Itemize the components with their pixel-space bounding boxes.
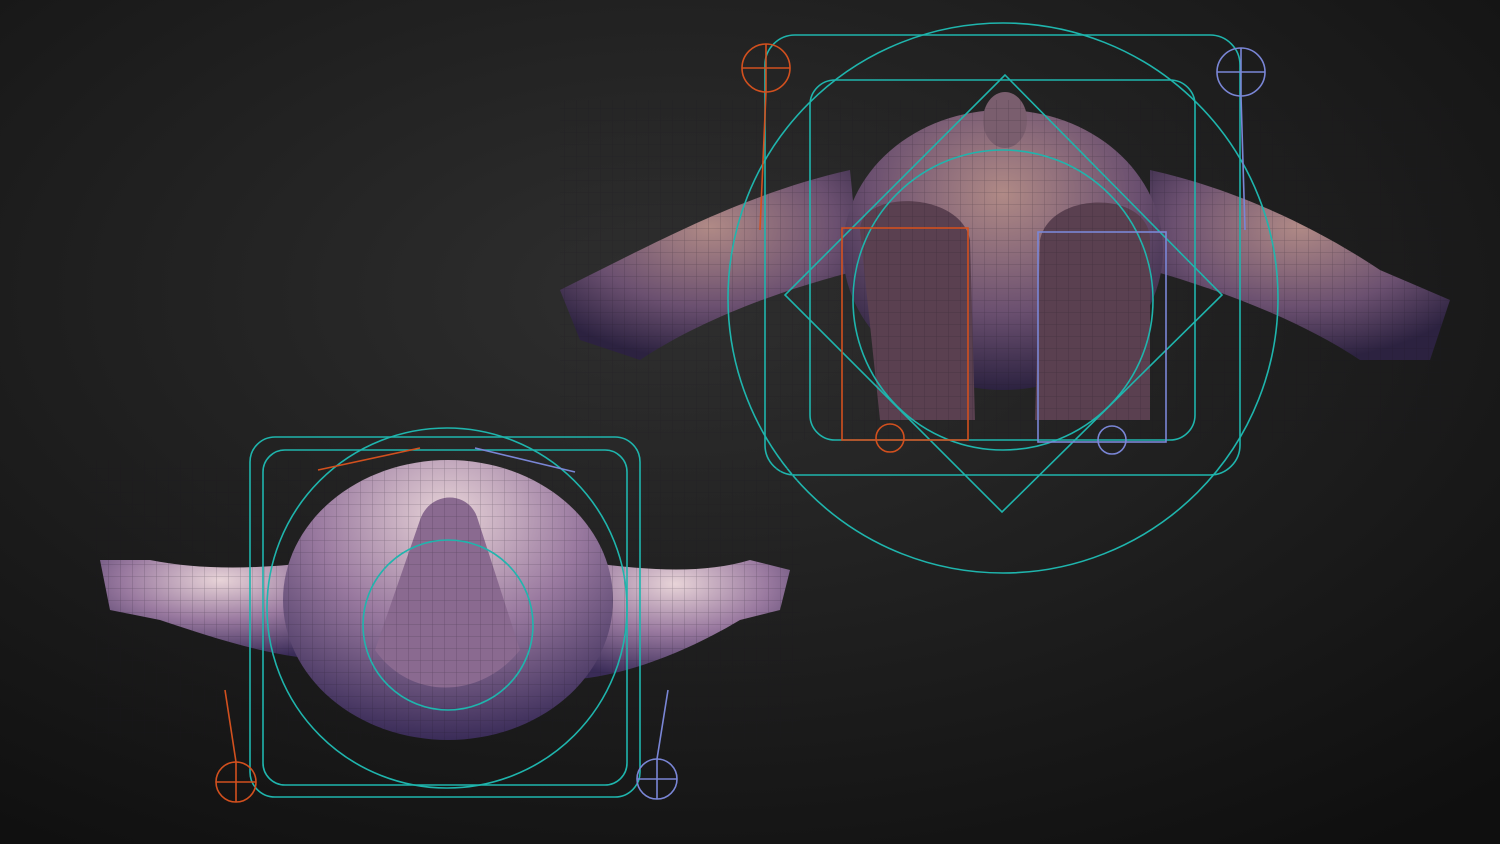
wireframe-overlay xyxy=(90,460,800,740)
wireframe-overlay xyxy=(560,100,1460,440)
rig-viewport xyxy=(0,0,1500,844)
